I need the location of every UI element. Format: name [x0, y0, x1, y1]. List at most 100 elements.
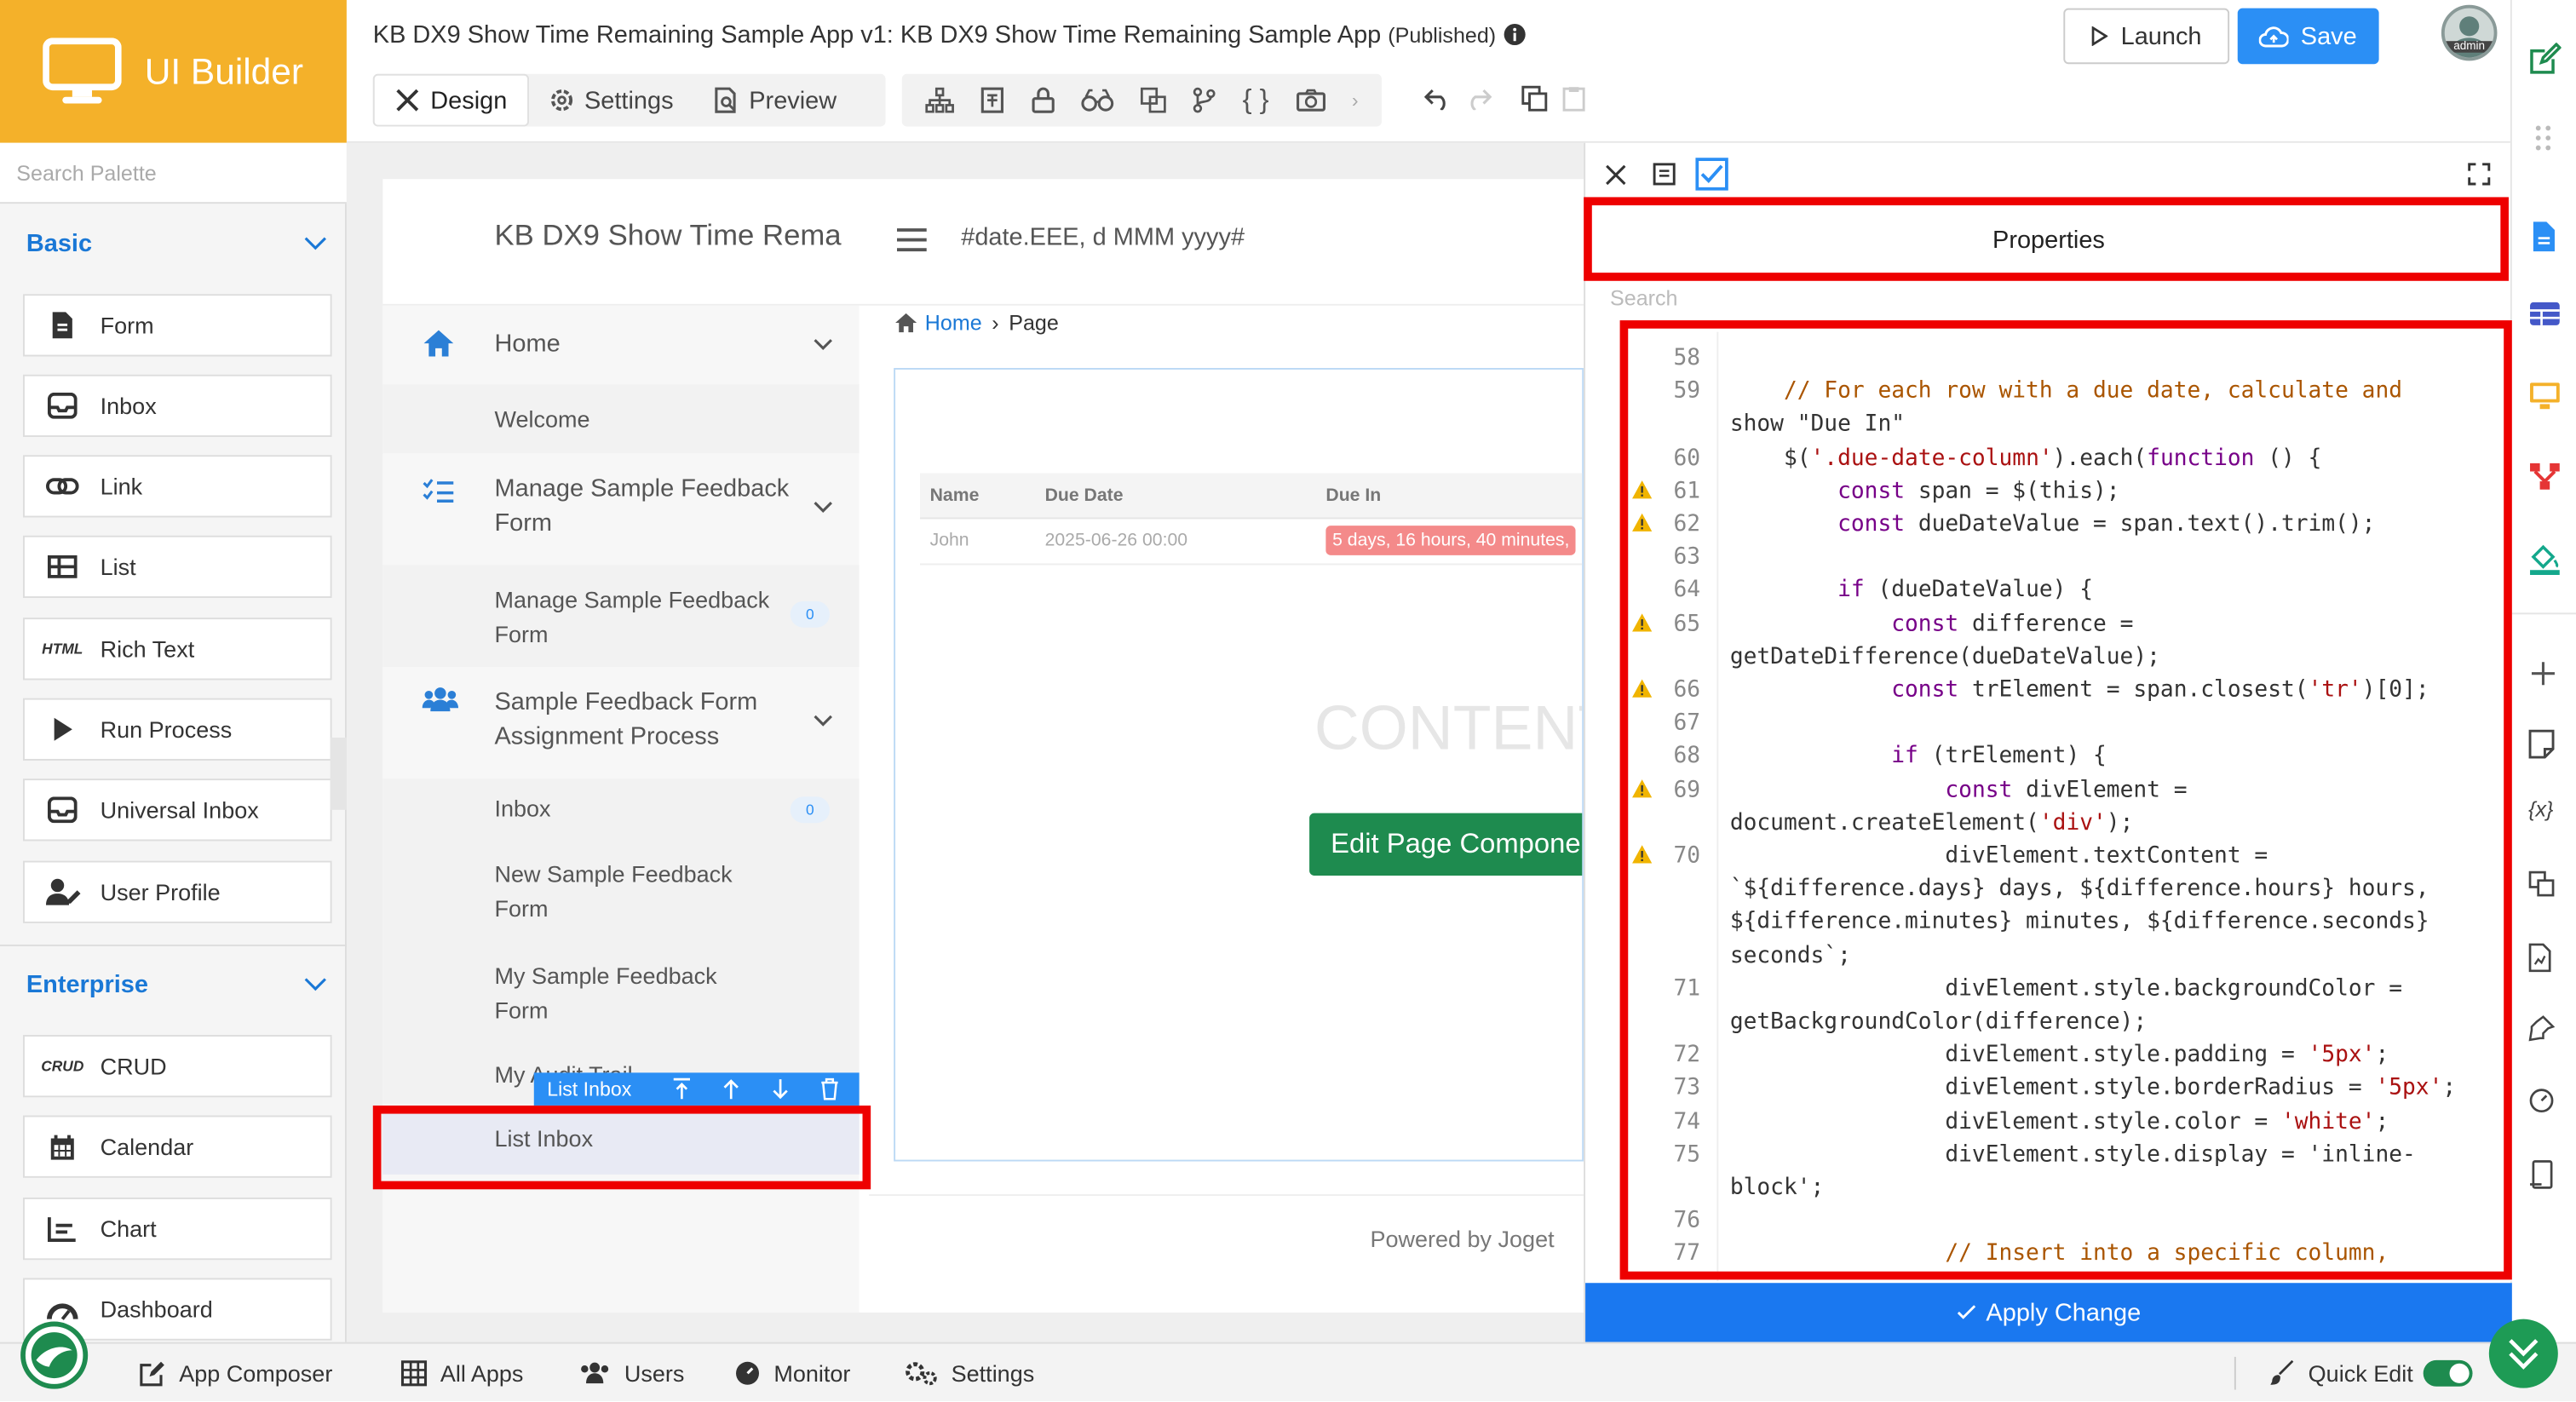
right-rail: {x} — [2510, 0, 2576, 1342]
palette-item-link[interactable]: Link — [23, 455, 332, 518]
table-icon[interactable] — [2528, 301, 2562, 327]
menu-category-manage-feedback[interactable]: Manage Sample Feedback Form — [382, 453, 859, 565]
translate-icon[interactable] — [1140, 87, 1166, 113]
menu-item-welcome[interactable]: Welcome — [382, 384, 860, 454]
variable-icon[interactable]: {x} — [2528, 796, 2553, 821]
workflow-icon[interactable] — [2528, 462, 2562, 491]
all-apps-button[interactable]: All Apps — [400, 1344, 523, 1402]
apply-change-button[interactable]: Apply Change — [1585, 1283, 2512, 1342]
info-icon[interactable] — [1503, 23, 1526, 46]
joget-logo-icon[interactable] — [20, 1321, 89, 1390]
redo-icon[interactable] — [1465, 87, 1492, 111]
hamburger-icon[interactable] — [895, 227, 929, 253]
chevron-down-icon — [304, 978, 327, 992]
section-enterprise[interactable]: Enterprise — [0, 971, 347, 999]
form-view-icon[interactable] — [1653, 163, 1676, 186]
mobile-icon[interactable] — [2528, 1160, 2555, 1190]
breadcrumb-home-link[interactable]: Home — [925, 311, 982, 336]
content-container[interactable]: Name Due Date Due In John 2025-06-26 00:… — [894, 368, 1584, 1162]
menu-item-my-feedback[interactable]: My Sample Feedback Form — [382, 949, 860, 1052]
copy-icon[interactable] — [1521, 85, 1548, 112]
inbox-icon — [25, 392, 101, 419]
monitor-icon[interactable] — [2528, 381, 2562, 411]
gauge-icon[interactable] — [2528, 1088, 2555, 1114]
palette-item-list[interactable]: List — [23, 535, 332, 599]
palette-item-inbox[interactable]: Inbox — [23, 374, 332, 438]
palette-search-input[interactable]: Search Palette — [0, 142, 347, 204]
properties-search-input[interactable]: Search — [1585, 286, 2512, 319]
menu-item-manage-feedback[interactable]: Manage Sample Feedback Form 0 — [382, 565, 860, 668]
branch-icon[interactable] — [1193, 87, 1216, 113]
due-in-badge: 5 days, 16 hours, 40 minutes, — [1325, 526, 1577, 555]
play-outline-icon — [2091, 26, 2108, 47]
builder-tabs: Design Settings Preview — [372, 73, 886, 127]
palette-item-crud[interactable]: CRUD CRUD — [23, 1035, 332, 1098]
page-title: KB DX9 Show Time Rema — [494, 218, 842, 252]
pin-icon[interactable] — [2528, 1015, 2555, 1042]
menu-category-home[interactable]: Home — [382, 306, 859, 385]
tab-design[interactable]: Design — [372, 73, 529, 127]
translate-icon[interactable] — [2528, 871, 2555, 897]
html-icon: HTML — [42, 641, 83, 658]
undo-icon[interactable] — [1424, 87, 1451, 111]
palette-item-label: Chart — [100, 1215, 157, 1243]
drag-handle-icon[interactable] — [2535, 125, 2551, 152]
section-basic[interactable]: Basic — [0, 230, 347, 258]
users-button[interactable]: Users — [578, 1344, 684, 1402]
plus-icon[interactable] — [2528, 658, 2558, 688]
scroll-down-icon[interactable] — [2487, 1318, 2560, 1390]
paint-bucket-icon[interactable] — [2528, 542, 2562, 576]
settings-button[interactable]: Settings — [906, 1344, 1034, 1402]
avatar[interactable]: admin — [2441, 4, 2498, 61]
toggle-switch[interactable] — [2423, 1359, 2473, 1387]
tab-preview[interactable]: Preview — [693, 74, 857, 127]
menu-item-new-feedback[interactable]: New Sample Feedback Form — [382, 848, 860, 950]
column-header[interactable]: Name — [930, 486, 980, 506]
paste-icon[interactable] — [1562, 85, 1585, 112]
note-icon[interactable] — [2528, 729, 2555, 759]
move-up-icon[interactable] — [722, 1077, 741, 1100]
check-icon — [1957, 1304, 1976, 1320]
palette-item-calendar[interactable]: Calendar — [23, 1115, 332, 1178]
palette-item-user-profile[interactable]: User Profile — [23, 860, 332, 923]
palette-item-run-process[interactable]: Run Process — [23, 698, 332, 761]
brand-name: UI Builder — [144, 49, 304, 92]
palette-item-form[interactable]: Form — [23, 294, 332, 357]
file-chart-icon[interactable] — [2528, 943, 2551, 973]
quick-edit-label: Quick Edit — [2308, 1359, 2413, 1387]
tab-label: Preview — [749, 86, 837, 115]
menu-label: Welcome — [494, 405, 590, 433]
quick-edit-toggle[interactable]: Quick Edit — [2268, 1344, 2473, 1402]
tab-settings[interactable]: Settings — [528, 74, 693, 127]
document-icon[interactable] — [2528, 220, 2558, 253]
expand-icon[interactable] — [2468, 163, 2491, 186]
palette-item-chart[interactable]: Chart — [23, 1197, 332, 1261]
menu-item-inbox[interactable]: Inbox 0 — [382, 779, 860, 848]
column-header[interactable]: Due Date — [1045, 486, 1124, 506]
save-button[interactable]: Save — [2237, 8, 2379, 65]
monitor-button[interactable]: Monitor — [734, 1344, 850, 1402]
edit-page-component-button[interactable]: Edit Page Component — [1309, 813, 1583, 876]
launch-button[interactable]: Launch — [2063, 8, 2230, 65]
checkbox-checked-icon[interactable] — [1695, 158, 1728, 191]
trash-icon[interactable] — [819, 1077, 839, 1100]
menu-category-assignment-process[interactable]: Sample Feedback Form Assignment Process — [382, 667, 859, 779]
column-header[interactable]: Due In — [1325, 486, 1381, 506]
sitemap-icon[interactable] — [925, 87, 955, 113]
edit-icon[interactable] — [2528, 43, 2562, 76]
component-icon[interactable] — [981, 87, 1004, 113]
palette-item-universal-inbox[interactable]: Universal Inbox — [23, 779, 332, 842]
chevron-down-icon — [814, 715, 833, 727]
lock-icon[interactable] — [1031, 87, 1054, 113]
code-braces-icon[interactable]: { } — [1243, 83, 1269, 117]
move-down-icon[interactable] — [771, 1077, 791, 1100]
move-top-icon[interactable] — [672, 1077, 692, 1100]
app-composer-button[interactable]: App Composer — [140, 1344, 332, 1402]
palette-item-rich-text[interactable]: HTML Rich Text — [23, 618, 332, 681]
palette-collapse-handle[interactable] — [330, 737, 347, 810]
camera-icon[interactable] — [1296, 89, 1325, 112]
close-icon[interactable] — [1605, 164, 1626, 186]
content-watermark: CONTENT — [1314, 694, 1582, 764]
chevron-right-icon[interactable]: › — [1352, 89, 1359, 112]
binoculars-icon[interactable] — [1080, 89, 1113, 112]
